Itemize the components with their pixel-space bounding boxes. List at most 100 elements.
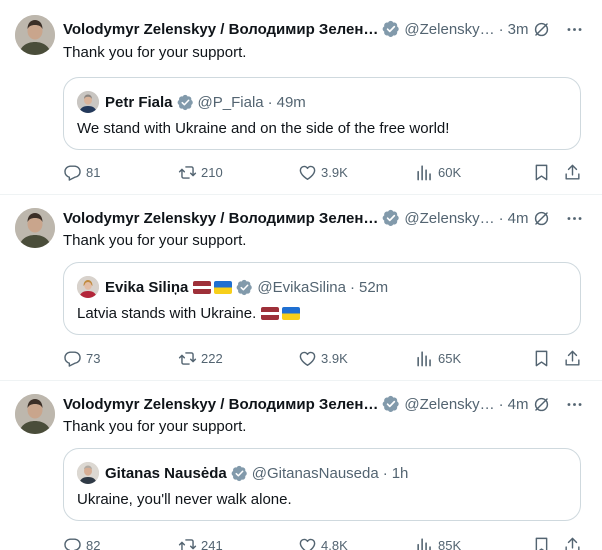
like-button[interactable]: 3.9K <box>298 347 348 369</box>
tweet-timestamp[interactable]: 3m <box>508 21 529 38</box>
separator-dot: · <box>498 20 504 38</box>
more-icon[interactable] <box>565 209 584 228</box>
views-button[interactable]: 85K <box>415 534 461 550</box>
author-name[interactable]: Volodymyr Zelenskyy / Володимир Зелен… <box>63 21 378 38</box>
quote-text-row: Latvia stands with Ukraine. <box>77 305 301 322</box>
quote-author-name[interactable]: Gitanas Nausėda <box>105 465 227 482</box>
tweet-header: Volodymyr Zelenskyy / Володимир Зелен… @… <box>63 207 584 229</box>
share-icon <box>563 349 582 368</box>
tweet-timestamp[interactable]: 4m <box>508 210 529 227</box>
author-name[interactable]: Volodymyr Zelenskyy / Володимир Зелен… <box>63 396 378 413</box>
grok-icon[interactable] <box>532 20 551 39</box>
quote-tweet[interactable]: Petr Fiala @P_Fiala · 49m We stand with … <box>63 77 581 150</box>
tweet-actions: 81 210 3.9K 60K <box>63 161 581 183</box>
repost-icon <box>178 536 197 550</box>
verified-badge-icon <box>382 395 400 413</box>
quote-author-name[interactable]: Petr Fiala <box>105 94 173 111</box>
more-icon[interactable] <box>565 20 584 39</box>
tweet-text: Thank you for your support. <box>63 232 247 249</box>
verified-badge-icon <box>382 20 400 38</box>
tweet[interactable]: Volodymyr Zelenskyy / Володимир Зелен… @… <box>0 195 602 381</box>
like-count: 4.8K <box>321 537 348 550</box>
quote-avatar <box>77 91 99 113</box>
bookmark-button[interactable] <box>532 534 555 550</box>
tweet[interactable]: Volodymyr Zelenskyy / Володимир Зелен… @… <box>0 0 602 195</box>
latvia-flag-icon <box>261 307 280 320</box>
reply-count: 73 <box>86 350 101 366</box>
timeline: Volodymyr Zelenskyy / Володимир Зелен… @… <box>0 0 602 550</box>
quote-timestamp[interactable]: 49m <box>277 94 306 111</box>
tweet[interactable]: Volodymyr Zelenskyy / Володимир Зелен… @… <box>0 381 602 550</box>
ukraine-flag-icon <box>214 280 233 294</box>
quote-avatar <box>77 276 99 298</box>
verified-badge-icon <box>382 209 400 227</box>
views-button[interactable]: 65K <box>415 347 461 369</box>
grok-icon[interactable] <box>532 209 551 228</box>
share-button[interactable] <box>563 347 586 369</box>
author-handle[interactable]: @Zelensky… <box>404 21 494 38</box>
view-count: 60K <box>438 164 462 180</box>
reply-button[interactable]: 73 <box>63 347 100 369</box>
reply-count: 81 <box>86 164 101 180</box>
separator-dot: · <box>498 395 504 413</box>
share-button[interactable] <box>563 534 586 550</box>
like-button[interactable]: 3.9K <box>298 161 348 183</box>
author-handle[interactable]: @Zelensky… <box>404 396 494 413</box>
quote-avatar <box>77 462 99 484</box>
avatar[interactable] <box>15 208 55 248</box>
reply-button[interactable]: 81 <box>63 161 100 183</box>
bookmark-button[interactable] <box>532 161 555 183</box>
quote-author-handle[interactable]: @GitanasNauseda <box>252 465 379 482</box>
repost-icon <box>178 349 197 368</box>
tweet-header: Volodymyr Zelenskyy / Володимир Зелен… @… <box>63 18 584 40</box>
views-icon <box>415 163 434 182</box>
more-icon[interactable] <box>565 395 584 414</box>
view-count: 65K <box>438 350 462 366</box>
views-icon <box>415 536 434 550</box>
reply-icon <box>63 349 82 368</box>
reply-icon <box>63 536 82 550</box>
quote-author-handle[interactable]: @EvikaSilina <box>257 279 346 296</box>
repost-button[interactable]: 210 <box>178 161 223 183</box>
verified-badge-icon <box>236 279 253 296</box>
quote-header: Evika Siliņa @EvikaSilina · 52m <box>105 277 388 297</box>
bookmark-button[interactable] <box>532 347 555 369</box>
latvia-flag-icon <box>193 280 212 294</box>
separator-dot: · <box>267 93 273 111</box>
quote-text: Ukraine, you'll never walk alone. <box>77 491 292 508</box>
like-count: 3.9K <box>321 350 348 366</box>
repost-count: 210 <box>201 164 223 180</box>
like-button[interactable]: 4.8K <box>298 534 348 550</box>
bookmark-icon <box>532 536 551 550</box>
tweet-header: Volodymyr Zelenskyy / Володимир Зелен… @… <box>63 393 584 415</box>
quote-author-handle[interactable]: @P_Fiala <box>198 94 264 111</box>
avatar[interactable] <box>15 394 55 434</box>
repost-button[interactable]: 241 <box>178 534 223 550</box>
share-button[interactable] <box>563 161 586 183</box>
tweet-actions: 73 222 3.9K 65K <box>63 347 581 369</box>
quote-text: We stand with Ukraine and on the side of… <box>77 120 450 137</box>
ukraine-flag-icon <box>282 307 301 320</box>
repost-icon <box>178 163 197 182</box>
reply-button[interactable]: 82 <box>63 534 100 550</box>
quote-tweet[interactable]: Gitanas Nausėda @GitanasNauseda · 1h Ukr… <box>63 448 581 521</box>
bookmark-icon <box>532 349 551 368</box>
views-button[interactable]: 60K <box>415 161 461 183</box>
verified-badge-icon <box>177 94 194 111</box>
views-icon <box>415 349 434 368</box>
share-icon <box>563 536 582 550</box>
quote-timestamp[interactable]: 1h <box>392 465 409 482</box>
avatar[interactable] <box>15 15 55 55</box>
quote-text: Latvia stands with Ukraine. <box>77 305 257 322</box>
quote-author-name[interactable]: Evika Siliņa <box>105 279 188 296</box>
author-handle[interactable]: @Zelensky… <box>404 210 494 227</box>
quote-timestamp[interactable]: 52m <box>359 279 388 296</box>
verified-badge-icon <box>231 465 248 482</box>
tweet-actions: 82 241 4.8K 85K <box>63 534 581 550</box>
view-count: 85K <box>438 537 462 550</box>
repost-button[interactable]: 222 <box>178 347 223 369</box>
grok-icon[interactable] <box>532 395 551 414</box>
tweet-timestamp[interactable]: 4m <box>508 396 529 413</box>
quote-tweet[interactable]: Evika Siliņa @EvikaSilina · 52m Latvia s… <box>63 262 581 335</box>
author-name[interactable]: Volodymyr Zelenskyy / Володимир Зелен… <box>63 210 378 227</box>
